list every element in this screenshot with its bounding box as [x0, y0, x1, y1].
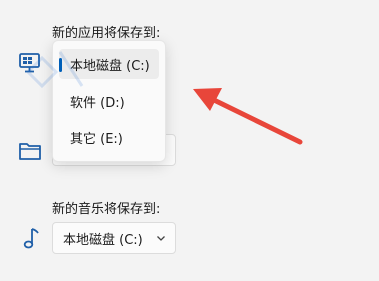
annotation-arrow — [193, 88, 303, 145]
